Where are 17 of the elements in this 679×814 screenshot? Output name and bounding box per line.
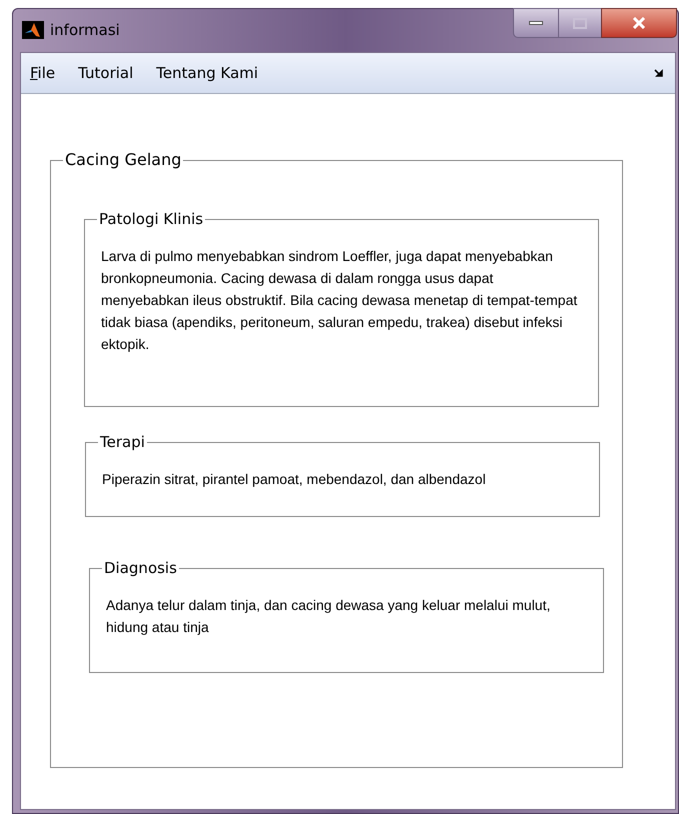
- group-title: Diagnosis: [103, 558, 178, 579]
- arrow-icon[interactable]: [654, 68, 664, 78]
- menu-item[interactable]: Tentang Kami: [156, 62, 258, 84]
- menu-item[interactable]: Tutorial: [78, 62, 134, 84]
- group-text: Adanya telur dalam tinja, dan cacing dewasa yang keluar melalui mulut, hidung atau tinja: [106, 596, 552, 637]
- close-icon: [632, 17, 646, 29]
- group-title: Terapi: [99, 432, 146, 453]
- app-logo-icon: [22, 21, 44, 39]
- group-title: Cacing Gelang: [64, 149, 182, 171]
- menu-item[interactable]: File: [30, 62, 56, 84]
- group-text: Larva di pulmo menyebabkan sindrom Loeffler, juga dapat menyebabkan bronkopneumonia. Cacing dewasa di dalam rongga usus dapat menyebabkan ileus obstruktif. Bila cacing dewasa menetap di tempat-tempat tidak biasa (apendiks, peritoneum, saluran empedu, trakea) disebut infeksi ektopik.: [101, 246, 578, 354]
- group-text: Piperazin sitrat, pirantel pamoat, mebendazol, dan albendazol: [102, 470, 487, 489]
- group-title: Patologi Klinis: [98, 209, 204, 230]
- maximize-button[interactable]: [559, 8, 601, 38]
- close-button[interactable]: [601, 8, 677, 38]
- minimize-button[interactable]: [513, 8, 559, 38]
- window-title: informasi: [50, 20, 120, 41]
